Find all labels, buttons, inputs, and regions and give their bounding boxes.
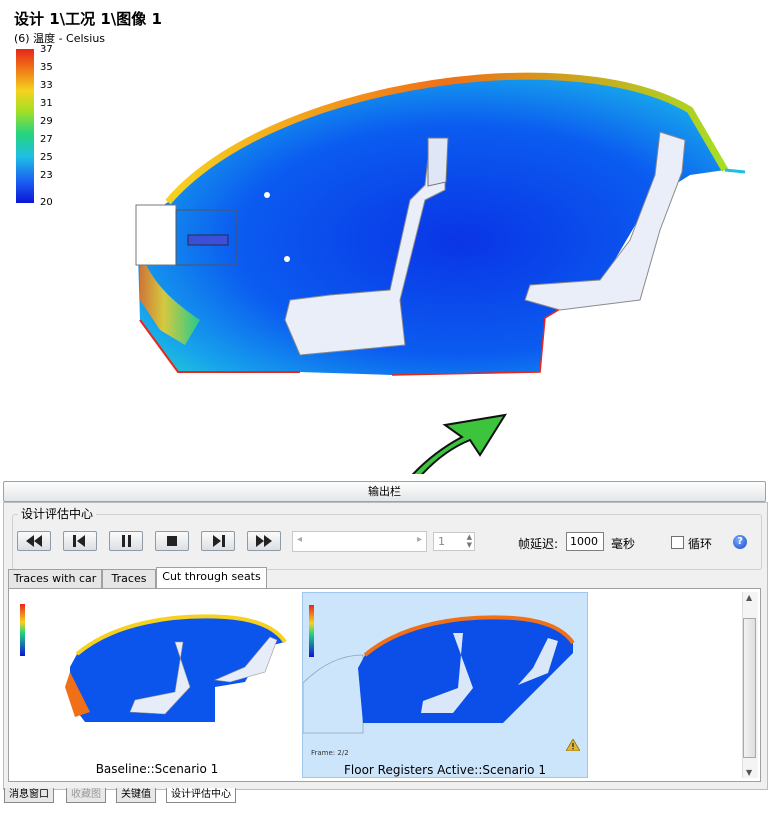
rewind-button[interactable] (17, 531, 51, 551)
help-icon[interactable]: ? (733, 535, 747, 549)
step-forward-button[interactable] (201, 531, 235, 551)
fast-forward-button[interactable] (247, 531, 281, 551)
legend-tick: 29 (40, 116, 53, 127)
color-legend-bar (16, 49, 34, 203)
slider-right-arrow-icon: ▸ (416, 534, 422, 545)
warning-icon (566, 739, 580, 751)
loop-label: 循环 (688, 537, 713, 551)
legend-tick: 37 (40, 44, 53, 55)
thumbnail-image (20, 604, 287, 722)
group-title: 设计评估中心 (18, 505, 97, 522)
frame-value: 1 (438, 535, 445, 548)
thumbnail-caption: Floor Registers Active::Scenario 1 (344, 763, 546, 777)
loop-checkbox[interactable] (671, 536, 684, 549)
view-title: 设计 1\工况 1\图像 1 (14, 10, 162, 28)
spinner-arrows-icon: ▲ ▼ (466, 533, 472, 549)
milliseconds-label: 毫秒 (611, 537, 636, 551)
scroll-down-icon[interactable]: ▼ (746, 768, 752, 777)
scroll-thumb[interactable] (743, 618, 756, 758)
legend-tick: 31 (40, 98, 53, 109)
legend-tick: 23 (40, 170, 53, 181)
legend-tick: 35 (40, 62, 53, 73)
pause-button[interactable] (109, 531, 143, 551)
frame-delay-label: 帧延迟: (518, 537, 559, 551)
frame-spinner[interactable]: 1 ▲ ▼ (433, 532, 475, 551)
thumbnail-floor-registers[interactable]: Frame: 2/2 Floor Registers Active::Scena… (302, 592, 588, 778)
frame-delay-input[interactable] (566, 532, 604, 551)
bottom-tab-design-center[interactable]: 设计评估中心 (166, 788, 236, 803)
frame-slider[interactable]: ◂ ▸ (292, 531, 427, 552)
tab-cut-through-seats[interactable]: Cut through seats (156, 567, 267, 588)
bottom-tab-favorites[interactable]: 收藏图 (66, 788, 106, 803)
legend-tick: 27 (40, 134, 53, 145)
tab-traces-with-car[interactable]: Traces with car (8, 569, 102, 588)
fast-forward-icon (256, 535, 272, 547)
rewind-icon (26, 535, 42, 547)
output-bar-header[interactable]: 输出栏 (3, 481, 766, 502)
step-back-button[interactable] (63, 531, 97, 551)
tab-traces[interactable]: Traces (102, 569, 156, 588)
legend-caption: (6) 温度 - Celsius (14, 32, 106, 45)
legend-tick: 25 (40, 152, 53, 163)
thumbnail-baseline[interactable]: Baseline::Scenario 1 (15, 592, 299, 778)
legend-tick: 20 (40, 197, 53, 208)
step-back-icon (73, 535, 85, 547)
bottom-tab-messages[interactable]: 消息窗口 (4, 788, 54, 803)
stop-button[interactable] (155, 531, 189, 551)
step-forward-icon (213, 535, 225, 547)
scroll-up-icon[interactable]: ▲ (746, 593, 752, 602)
bottom-tab-key-values[interactable]: 关键值 (116, 788, 156, 803)
pause-icon (122, 535, 131, 547)
frame-counter: Frame: 2/2 (311, 749, 349, 757)
thumbnail-caption: Baseline::Scenario 1 (95, 762, 219, 776)
thumbnail-image (303, 605, 575, 734)
legend-tick: 33 (40, 80, 53, 91)
stop-icon (167, 536, 177, 546)
temperature-contour-plot (135, 72, 746, 474)
slider-left-arrow-icon: ◂ (297, 534, 303, 545)
